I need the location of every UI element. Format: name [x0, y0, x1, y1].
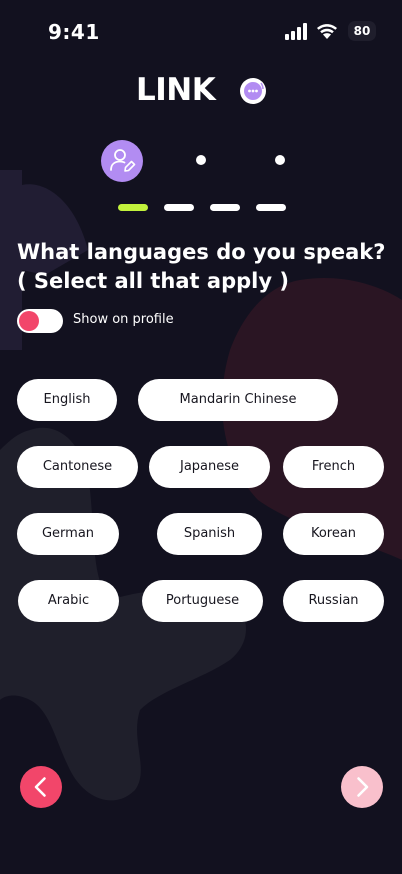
- step-dot-3: [275, 155, 285, 165]
- background-decoration: [0, 170, 402, 801]
- status-bar: 9:41 80: [0, 0, 402, 62]
- language-chip-cantonese[interactable]: Cantonese: [17, 446, 138, 488]
- language-chip-german[interactable]: German: [17, 513, 119, 555]
- language-chip-spanish[interactable]: Spanish: [157, 513, 262, 555]
- progress-segment-3: [210, 204, 240, 211]
- language-chip-portuguese[interactable]: Portuguese: [142, 580, 263, 622]
- show-on-profile-row: Show on profile: [17, 309, 217, 333]
- show-on-profile-toggle[interactable]: [17, 309, 63, 333]
- language-chip-korean[interactable]: Korean: [283, 513, 384, 555]
- back-button[interactable]: [20, 766, 62, 808]
- progress-segment-1: [118, 204, 148, 211]
- chevron-left-icon: [34, 777, 46, 797]
- progress-segment-2: [164, 204, 194, 211]
- app-logo: LINK: [136, 72, 271, 112]
- chevron-right-icon: [357, 777, 369, 797]
- language-chip-english[interactable]: English: [17, 379, 117, 421]
- battery-icon: 80: [348, 21, 376, 41]
- logo-text: LINK: [136, 72, 216, 108]
- user-edit-icon: [110, 149, 136, 172]
- status-time: 9:41: [48, 20, 100, 44]
- language-chip-japanese[interactable]: Japanese: [149, 446, 270, 488]
- chat-bubble-icon: [240, 78, 266, 104]
- progress-segment-4: [256, 204, 286, 211]
- language-chip-mandarin-chinese[interactable]: Mandarin Chinese: [138, 379, 338, 421]
- language-chip-arabic[interactable]: Arabic: [18, 580, 119, 622]
- step-current: [101, 140, 143, 182]
- question-line-2: ( Select all that apply ): [17, 269, 289, 293]
- cellular-signal-icon: [285, 23, 307, 40]
- next-button[interactable]: [341, 766, 383, 808]
- question-line-1: What languages do you speak?: [17, 240, 386, 264]
- toggle-knob: [19, 311, 39, 331]
- show-on-profile-label: Show on profile: [73, 312, 174, 327]
- wifi-icon: [317, 24, 337, 39]
- question-title: What languages do you speak? ( Select al…: [17, 238, 397, 296]
- language-chip-french[interactable]: French: [283, 446, 384, 488]
- language-chip-russian[interactable]: Russian: [283, 580, 384, 622]
- step-dot-2: [196, 155, 206, 165]
